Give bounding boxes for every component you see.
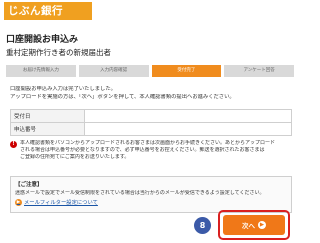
notice-line-2: される場合は申込番号が必要となりますので、必ず申込番号をお控えください。郵送を選… xyxy=(20,146,265,153)
step-number-marker: 8 xyxy=(194,217,211,234)
application-number-value xyxy=(84,122,292,136)
next-button-label: 次へ xyxy=(242,222,255,230)
notice-line-1: 本人確認書類をパソコンからアップロードされるお客さまは次画面からお手続きください… xyxy=(20,140,276,146)
caution-title: 【ご注意】 xyxy=(15,182,43,188)
page-header: 口座開設お申込み 重村定期作行き者の新規届出者 xyxy=(6,32,111,58)
caution-box: 【ご注意】 迷惑メールで設定でメール受信制限をされている場合は当行からのメールが… xyxy=(10,176,292,213)
notice-line-3: ご登録の住所宛てにご案内をお送りいたします。 xyxy=(20,153,130,160)
mail-filter-link[interactable]: ▶ メールフィルター設定について xyxy=(15,198,287,206)
id-document-notice: ! 本人確認書類をパソコンからアップロードされるお客さまは次画面からお手続きくだ… xyxy=(10,140,292,170)
arrow-right-icon: ▶ xyxy=(15,198,22,206)
step-3-current: 受付完了 xyxy=(151,65,222,77)
intro-message: 口座開設お申込み入力は完了いたしました。 アップロードを実施の方は、「次へ」ボタ… xyxy=(10,86,290,101)
application-info-table: 受付日 申込番号 xyxy=(10,109,292,136)
application-number-label: 申込番号 xyxy=(10,122,85,136)
step-1: お届け先情報入力 xyxy=(6,65,76,77)
intro-line-1: 口座開設お申込み入力は完了いたしました。 xyxy=(10,86,116,92)
table-row: 申込番号 xyxy=(10,122,292,136)
page-subtitle: 重村定期作行き者の新規届出者 xyxy=(6,48,111,57)
warning-icon: ! xyxy=(10,141,17,148)
table-row: 受付日 xyxy=(10,109,292,123)
bank-logo: じぶん銀行 xyxy=(4,2,92,20)
caution-text: 迷惑メールで設定でメール受信制限をされている場合は当行からのメールが受信できるよ… xyxy=(15,190,265,196)
page-title: 口座開設お申込み xyxy=(6,35,79,45)
next-button-highlight: 次へ ▶ xyxy=(218,210,290,240)
progress-steps: お届け先情報入力 入力内容確認 受付完了 アンケート回答 xyxy=(6,65,294,77)
step-4: アンケート回答 xyxy=(224,65,294,77)
reception-date-value xyxy=(84,109,292,123)
next-button[interactable]: 次へ ▶ xyxy=(223,215,285,235)
mail-filter-link-label[interactable]: メールフィルター設定について xyxy=(24,198,98,206)
reception-date-label: 受付日 xyxy=(10,109,85,123)
step-2: 入力内容確認 xyxy=(78,65,149,77)
intro-line-2: アップロードを実施の方は、「次へ」ボタンを押して、本人確認書類の提出へお進みくだ… xyxy=(10,93,235,100)
arrow-right-icon: ▶ xyxy=(258,221,266,229)
